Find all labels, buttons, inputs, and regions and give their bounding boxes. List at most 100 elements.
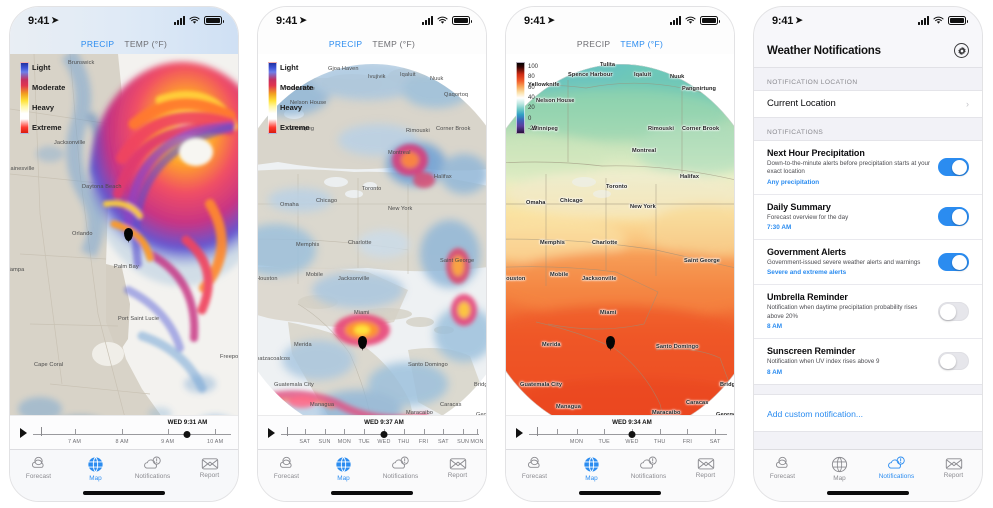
tab-label: Report — [695, 472, 716, 479]
battery-icon — [204, 16, 224, 25]
timeline-track-1[interactable]: 7 AM 8 AM 9 AM 10 AM WED 9:31 AM — [33, 418, 231, 448]
gear-icon[interactable] — [954, 43, 969, 58]
toggle-next-hour-precipitation[interactable] — [938, 157, 969, 177]
item-value[interactable]: Severe and extreme alerts — [767, 269, 932, 276]
map-label: Nuuk — [670, 74, 685, 80]
legend-labels: Light Moderate Heavy Extreme — [32, 62, 65, 134]
tab-report[interactable]: Report — [181, 456, 238, 479]
item-description: Forecast overview for the day — [767, 213, 849, 221]
map-label: Corner Brook — [436, 126, 471, 132]
tab-map[interactable]: Map — [811, 456, 868, 482]
add-custom-notification-row[interactable]: Add custom notification... — [754, 393, 982, 432]
map-label: Caracas — [440, 402, 462, 408]
item-value[interactable]: 8 AM — [767, 369, 932, 376]
tab-forecast[interactable]: Forecast — [258, 456, 315, 480]
play-icon[interactable] — [17, 427, 30, 438]
status-time-group: 9:41 ➤ — [276, 15, 307, 27]
map-view-3[interactable]: 100 80 60 40 20 0 -20 Tulita Spence Harb… — [506, 54, 734, 415]
map-label: Saint George — [440, 258, 475, 264]
timeline-1[interactable]: 7 AM 8 AM 9 AM 10 AM WED 9:31 AM — [10, 415, 238, 449]
map-view-1[interactable]: Light Moderate Heavy Extreme Brunswick J… — [10, 54, 238, 415]
timeline-scrubber[interactable] — [183, 430, 191, 438]
map-label: Ivujivik — [368, 74, 386, 80]
list-item[interactable]: Government Alerts Government-issued seve… — [754, 239, 982, 285]
item-text: Government Alerts Government-issued seve… — [767, 247, 932, 276]
tab-notifications[interactable]: Notifications — [868, 456, 925, 480]
map-layer-tabs-1: PRECIP TEMP (°F) — [10, 34, 238, 54]
timeline-tick-label: TUE — [358, 438, 370, 445]
item-text: Next Hour Precipitation Down-to-the-minu… — [767, 148, 932, 186]
tab-temp-3[interactable]: TEMP (°F) — [620, 39, 663, 49]
tab-forecast[interactable]: Forecast — [10, 456, 67, 480]
list-item[interactable]: Sunscreen Reminder Notification when UV … — [754, 338, 982, 384]
map-label: Memphis — [296, 242, 320, 248]
timeline-2[interactable]: SAT SUN MON TUE WED THU FRI SAT SUN MON … — [258, 415, 486, 449]
tab-notifications[interactable]: Notifications — [124, 456, 181, 480]
timeline-axis — [33, 433, 231, 435]
map-label: Miami — [600, 310, 617, 316]
map-label: New York — [388, 206, 413, 212]
map-label: Bridgetown — [474, 382, 486, 388]
map-label: Houston — [258, 276, 278, 282]
tab-precip-3[interactable]: PRECIP — [577, 39, 610, 49]
timeline-track-2[interactable]: SAT SUN MON TUE WED THU FRI SAT SUN MON … — [281, 418, 483, 448]
tab-report[interactable]: Report — [925, 456, 982, 479]
map-label: Toronto — [362, 186, 382, 192]
notifications-body[interactable]: NOTIFICATION LOCATION Current Location ›… — [754, 68, 982, 449]
legend-label-light: Light — [32, 63, 51, 72]
tab-temp-2[interactable]: TEMP (°F) — [372, 39, 415, 49]
globe-icon — [88, 456, 103, 473]
tab-forecast[interactable]: Forecast — [754, 456, 811, 480]
tab-bar-4[interactable]: Forecast Map Notifications Report — [754, 449, 982, 501]
tab-temp-1[interactable]: TEMP (°F) — [124, 39, 167, 49]
tab-notifications[interactable]: Notifications — [620, 456, 677, 480]
legend-labels: 100 80 60 40 20 0 -20 — [528, 62, 538, 134]
map-label: Iqaluit — [400, 72, 416, 78]
location-label: Current Location — [767, 98, 836, 109]
tab-label: Forecast — [25, 473, 52, 480]
tab-map[interactable]: Map — [563, 456, 620, 482]
tab-precip-1[interactable]: PRECIP — [81, 39, 114, 49]
tab-report[interactable]: Report — [677, 456, 734, 479]
tab-map[interactable]: Map — [315, 456, 372, 482]
tab-bar-2[interactable]: Forecast Map Notifications Report — [258, 449, 486, 501]
screen-radar-florida: 9:41 ➤ PRECIP TEMP (°F) Light Moderate H… — [9, 6, 239, 502]
home-indicator — [827, 491, 909, 495]
play-icon[interactable] — [265, 427, 278, 438]
map-view-2[interactable]: Light Moderate Heavy Extreme Gjoa Haven … — [258, 54, 486, 415]
status-time-group: 9:41 ➤ — [28, 15, 59, 27]
home-indicator — [331, 491, 413, 495]
map-label: Houston — [506, 276, 526, 282]
status-bar: 9:41 ➤ — [754, 7, 982, 34]
timeline-scrubber[interactable] — [380, 430, 388, 438]
tab-notifications[interactable]: Notifications — [372, 456, 429, 480]
item-value[interactable]: 7:30 AM — [767, 224, 932, 231]
legend-label-moderate: Moderate — [32, 83, 66, 93]
tab-precip-2[interactable]: PRECIP — [329, 39, 362, 49]
tab-map[interactable]: Map — [67, 456, 124, 482]
tab-bar-3[interactable]: Forecast Map Notifications Report — [506, 449, 734, 501]
legend-label-heavy: Heavy — [280, 103, 303, 113]
item-value[interactable]: 8 AM — [767, 323, 932, 330]
toggle-government-alerts[interactable] — [938, 252, 969, 271]
timeline-3[interactable]: MON TUE WED THU FRI SAT WED 9:34 AM — [506, 415, 734, 449]
toggle-daily-summary[interactable] — [938, 207, 969, 226]
timeline-scrubber[interactable] — [628, 430, 636, 438]
toggle-umbrella-reminder[interactable] — [938, 302, 969, 321]
timeline-tick-label: 10 AM — [207, 438, 224, 445]
list-item[interactable]: Umbrella Reminder Notification when dayt… — [754, 284, 982, 339]
status-indicators — [174, 16, 224, 25]
tab-forecast[interactable]: Forecast — [506, 456, 563, 480]
map-label: Mobile — [550, 272, 569, 278]
map-label: Mobile — [306, 272, 324, 278]
timeline-track-3[interactable]: MON TUE WED THU FRI SAT WED 9:34 AM — [529, 418, 727, 448]
tab-report[interactable]: Report — [429, 456, 486, 479]
item-value[interactable]: Any precipitation — [767, 179, 932, 186]
toggle-sunscreen-reminder[interactable] — [938, 351, 969, 371]
list-item[interactable]: Daily Summary Forecast overview for the … — [754, 193, 982, 240]
play-icon[interactable] — [513, 427, 526, 438]
list-item[interactable]: Next Hour Precipitation Down-to-the-minu… — [754, 141, 982, 194]
tab-bar-1[interactable]: Forecast Map Notifications Report — [10, 449, 238, 501]
current-location-row[interactable]: Current Location › — [754, 90, 982, 118]
globe-icon — [831, 456, 848, 473]
